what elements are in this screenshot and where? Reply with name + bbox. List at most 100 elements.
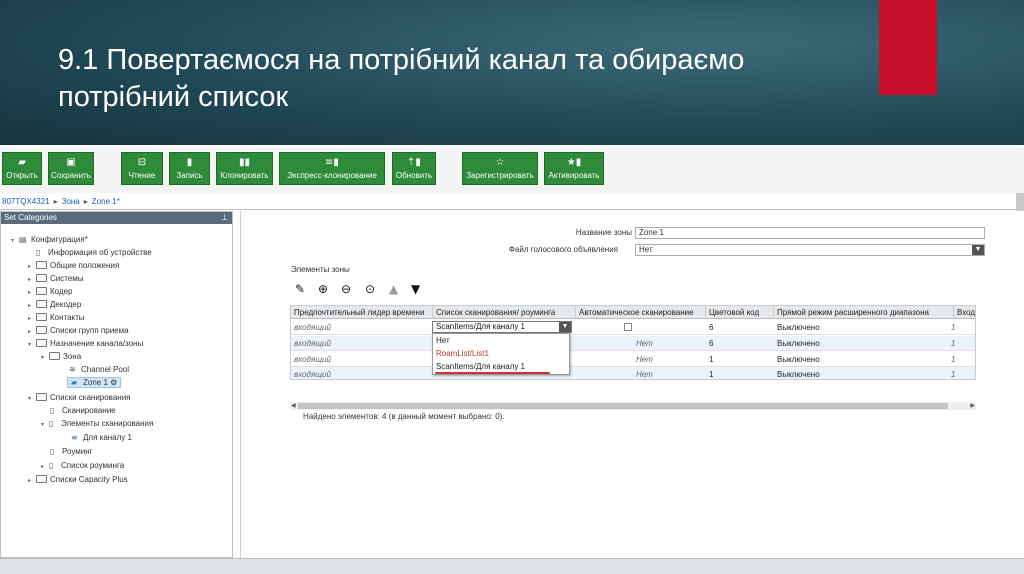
table-horizontal-scrollbar[interactable]: ◀ ▶ (290, 402, 976, 410)
tree-item-channel-1[interactable]: ≡ Для каналу 1 (71, 432, 132, 444)
dropdown-option[interactable]: Нет (433, 334, 569, 347)
scrollbar-thumb[interactable] (298, 403, 948, 409)
scan-list-select[interactable]: ScanItems/Для каналу 1 ▼ (432, 321, 572, 333)
scan-list-selected-value: ScanItems/Для каналу 1 (436, 322, 525, 331)
dropdown-arrow-icon[interactable]: ▼ (559, 322, 571, 332)
chevron-down-icon[interactable]: ▾ (11, 235, 19, 247)
folder-icon (36, 261, 47, 269)
document-icon: ▯ (49, 419, 54, 428)
gear-icon[interactable]: ⚙ (110, 378, 117, 387)
write-button[interactable]: ▮ Запись (169, 152, 210, 185)
channel-pool-icon: ≋ (69, 365, 76, 374)
save-icon: ▣ (66, 157, 76, 168)
zone-icon: ▰ (71, 378, 78, 387)
page-scrollbar[interactable] (1016, 193, 1024, 213)
scroll-left-icon[interactable]: ◀ (291, 402, 296, 410)
dropdown-arrow-icon[interactable]: ▼ (972, 245, 984, 255)
tree-item-scanning[interactable]: ▯ Сканирование (50, 405, 116, 417)
clone-icon: ▮▮ (238, 157, 250, 168)
chevron-down-icon[interactable]: ▾ (41, 352, 49, 364)
tree-item-channel-pool[interactable]: ≋ Channel Pool (69, 364, 129, 376)
cell-in: 1 (951, 355, 956, 364)
tree-item-coder[interactable]: ▸ Кодер (28, 286, 73, 298)
folder-icon: ▰ (18, 157, 26, 168)
cell-leader: входящий (294, 339, 331, 348)
scroll-right-icon[interactable]: ▶ (970, 402, 975, 410)
add-icon[interactable]: ⊕ (318, 282, 328, 296)
tree-item-zone[interactable]: ▾ Зона (41, 351, 81, 363)
write-icon: ▮ (186, 157, 193, 168)
chevron-right-icon[interactable]: ▸ (28, 326, 36, 338)
chevron-right-icon[interactable]: ▸ (28, 300, 36, 312)
tree-item-contacts[interactable]: ▸ Контакты (28, 312, 85, 324)
set-categories-panel: Set Categories ⊥ ▾ ▤ Конфигурация* ▯ Информ… (0, 211, 233, 558)
table-row[interactable]: входящий Нет 1 Выключено 1 (291, 352, 975, 367)
document-icon: ▯ (50, 406, 55, 415)
register-button[interactable]: ☆ Зарегистрировать (462, 152, 538, 185)
pin-icon[interactable]: ⊥ (221, 212, 228, 224)
folder-icon (36, 300, 47, 308)
chevron-right-icon[interactable]: ▸ (28, 287, 36, 299)
table-row[interactable]: входящий Нет 6 Выключено 1 (291, 336, 975, 351)
tree-item-general[interactable]: ▸ Общие положения (28, 260, 119, 272)
chevron-down-icon[interactable]: ▾ (41, 419, 49, 431)
activate-button[interactable]: ★▮ Активировать (544, 152, 604, 185)
read-icon: ⊟ (137, 157, 147, 168)
chevron-right-icon[interactable]: ▸ (28, 475, 36, 487)
cell-color-code: 6 (709, 323, 714, 332)
auto-scan-checkbox[interactable] (621, 320, 641, 335)
save-button[interactable]: ▣ Сохранить (48, 152, 94, 185)
tree-item-zone-1[interactable]: ▰ Zone 1 ⚙ (67, 377, 122, 389)
scan-list-dropdown: Нет RoamList/List1 ScanItems/Для каналу … (432, 333, 570, 375)
table-row[interactable]: входящий 6 Выключено 1 (291, 320, 975, 335)
chevron-right-icon[interactable]: ▸ (41, 461, 49, 473)
found-items-status: Найдено элементов: 4 (в данный момент вы… (303, 412, 505, 421)
clone-button[interactable]: ▮▮ Клонировать (216, 152, 273, 185)
dropdown-option[interactable]: RoamList/List1 (433, 347, 569, 360)
breadcrumb-zone[interactable]: Зона (62, 197, 80, 206)
express-clone-button[interactable]: ≡▮ Экспресс-клонирование (279, 152, 385, 185)
red-accent-bar (879, 0, 937, 95)
column-header[interactable]: Автоматическое сканирование (576, 306, 706, 319)
express-clone-icon: ≡▮ (325, 157, 339, 168)
column-header[interactable]: Цветовой код (706, 306, 774, 319)
breadcrumb-zone-1[interactable]: Zone 1* (92, 197, 120, 206)
voice-file-label: Файл голосового объявления (508, 245, 618, 254)
tree-item-scan-elements[interactable]: ▾ ▯ Элементы сканирования (41, 418, 153, 430)
tree-item-decoder[interactable]: ▸ Декодер (28, 299, 81, 311)
chevron-right-icon[interactable]: ▸ (28, 313, 36, 325)
panel-header: Set Categories ⊥ (1, 212, 232, 224)
tree-item-configuration[interactable]: ▾ ▤ Конфигурация* (11, 234, 88, 246)
folder-icon (36, 313, 47, 321)
voice-file-select[interactable]: Нет ▼ (635, 244, 985, 256)
move-down-icon[interactable]: ▼ (411, 282, 420, 296)
column-header[interactable]: Входя (954, 306, 975, 319)
edit-icon[interactable]: ✎ (295, 282, 305, 296)
move-up-icon[interactable]: ▲ (389, 282, 398, 296)
remove-icon[interactable]: ⊖ (341, 282, 351, 296)
zone-name-label: Название зоны (575, 228, 632, 237)
tree-item-rx-groups[interactable]: ▸ Списки групп приема (28, 325, 129, 337)
toolbar: ▰ Открыть ▣ Сохранить ⊟ Чтение ▮ Запись … (0, 147, 1024, 193)
table-row[interactable]: входящий Нет 1 Выключено 1 (291, 367, 975, 379)
update-button[interactable]: ⇡▮ Обновить (392, 152, 436, 185)
zone-name-input[interactable]: Zone 1 (635, 227, 985, 239)
chevron-down-icon[interactable]: ▾ (28, 393, 36, 405)
open-button[interactable]: ▰ Открыть (2, 152, 42, 185)
breadcrumb-device[interactable]: 807TQX4321 (2, 197, 50, 206)
tree-item-roaming-list[interactable]: ▸ ▯ Список роуминга (41, 460, 124, 472)
tree-item-scan-lists[interactable]: ▾ Списки сканирования (28, 392, 131, 404)
tree-item-systems[interactable]: ▸ Системы (28, 273, 84, 285)
chevron-right-icon[interactable]: ▸ (28, 274, 36, 286)
chevron-down-icon[interactable]: ▾ (28, 339, 36, 351)
chevron-right-icon[interactable]: ▸ (28, 261, 36, 273)
column-header[interactable]: Предпочтительный лидер времени (291, 306, 433, 319)
column-header[interactable]: Список сканирования/ роуминга (433, 306, 576, 319)
tree-item-capacity-plus[interactable]: ▸ Списки Capacity Plus (28, 474, 128, 486)
column-header[interactable]: Прямой режим расширенного диапазона (774, 306, 954, 319)
read-button[interactable]: ⊟ Чтение (121, 152, 163, 185)
more-icon[interactable]: ⊙ (365, 282, 375, 296)
tree-item-roaming[interactable]: ▯ Роуминг (50, 446, 93, 458)
tree-item-device-info[interactable]: ▯ Информация об устройстве (28, 247, 152, 259)
tree-item-channel-zone[interactable]: ▾ Назначение канала/зоны (28, 338, 143, 350)
